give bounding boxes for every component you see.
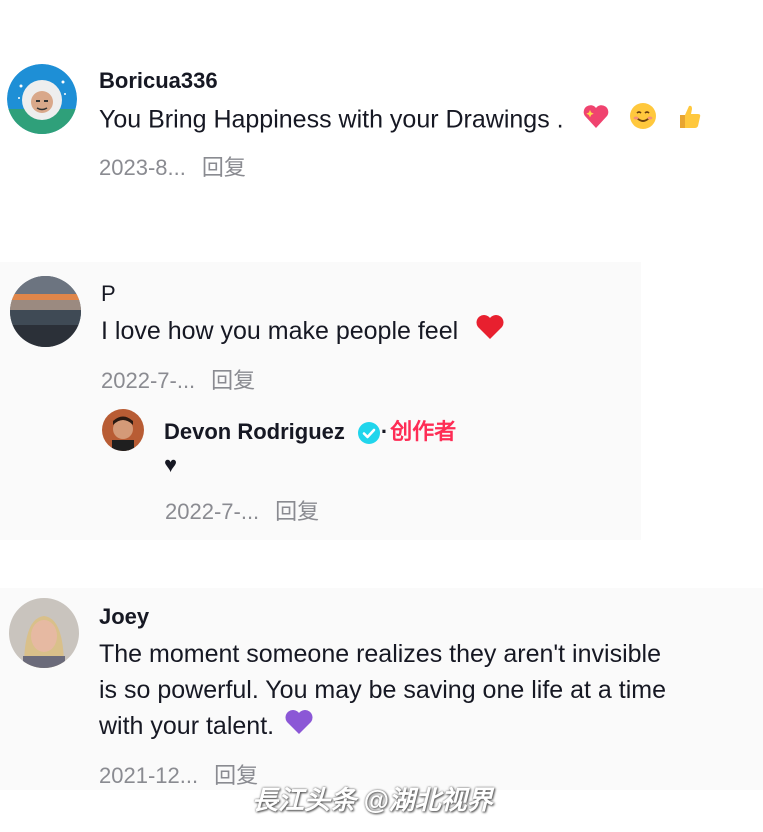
watermark: 長江头条 @湖北视界	[252, 785, 493, 815]
avatar[interactable]	[7, 64, 77, 134]
reply-text: ♥	[164, 452, 178, 477]
timestamp: 2022-7-...	[101, 368, 196, 393]
red-heart-icon	[475, 313, 505, 351]
comment-text: The moment someone realizes they aren't …	[99, 636, 759, 746]
thumbs-up-icon	[674, 101, 704, 141]
avatar[interactable]	[9, 598, 79, 668]
username[interactable]: Boricua336	[99, 68, 218, 94]
username[interactable]: P	[101, 281, 116, 307]
avatar[interactable]	[102, 409, 144, 451]
badge-separator: ·	[380, 419, 389, 444]
username[interactable]: Joey	[99, 604, 149, 630]
avatar[interactable]	[10, 276, 81, 347]
comment-meta: 2023-8... 回复	[99, 150, 246, 182]
verified-icon	[357, 421, 381, 445]
comment-text-line-last: with your talent.	[99, 708, 759, 746]
comment-text-content: with your talent.	[99, 712, 275, 740]
comment-meta: 2022-7-... 回复	[101, 363, 255, 395]
reply-button[interactable]: 回复	[211, 368, 255, 393]
purple-heart-icon	[284, 708, 314, 746]
creator-badge: 创作者	[390, 419, 457, 444]
reply-username: Devon Rodriguez ·创作者	[164, 414, 456, 446]
comment-text: You Bring Happiness with your Drawings .	[99, 101, 704, 141]
comment-background	[0, 262, 641, 540]
comment-text-line: is so powerful. You may be saving one li…	[99, 676, 666, 704]
username[interactable]: Devon Rodriguez	[164, 419, 345, 444]
sparkling-heart-icon	[581, 101, 611, 141]
reply-meta: 2022-7-... 回复	[165, 494, 319, 526]
reply-button[interactable]: 回复	[275, 499, 319, 524]
smiling-face-icon	[628, 101, 658, 141]
comment-text-line: The moment someone realizes they aren't …	[99, 640, 661, 668]
timestamp: 2022-7-...	[165, 499, 260, 524]
timestamp: 2021-12...	[99, 763, 199, 788]
reply-button[interactable]: 回复	[202, 155, 246, 180]
comment-text-content: I love how you make people feel	[101, 317, 459, 345]
timestamp: 2023-8...	[99, 155, 186, 180]
comment-text: I love how you make people feel	[101, 313, 505, 351]
comment-meta: 2021-12... 回复	[99, 758, 258, 790]
comment-text-content: You Bring Happiness with your Drawings .	[99, 105, 564, 134]
